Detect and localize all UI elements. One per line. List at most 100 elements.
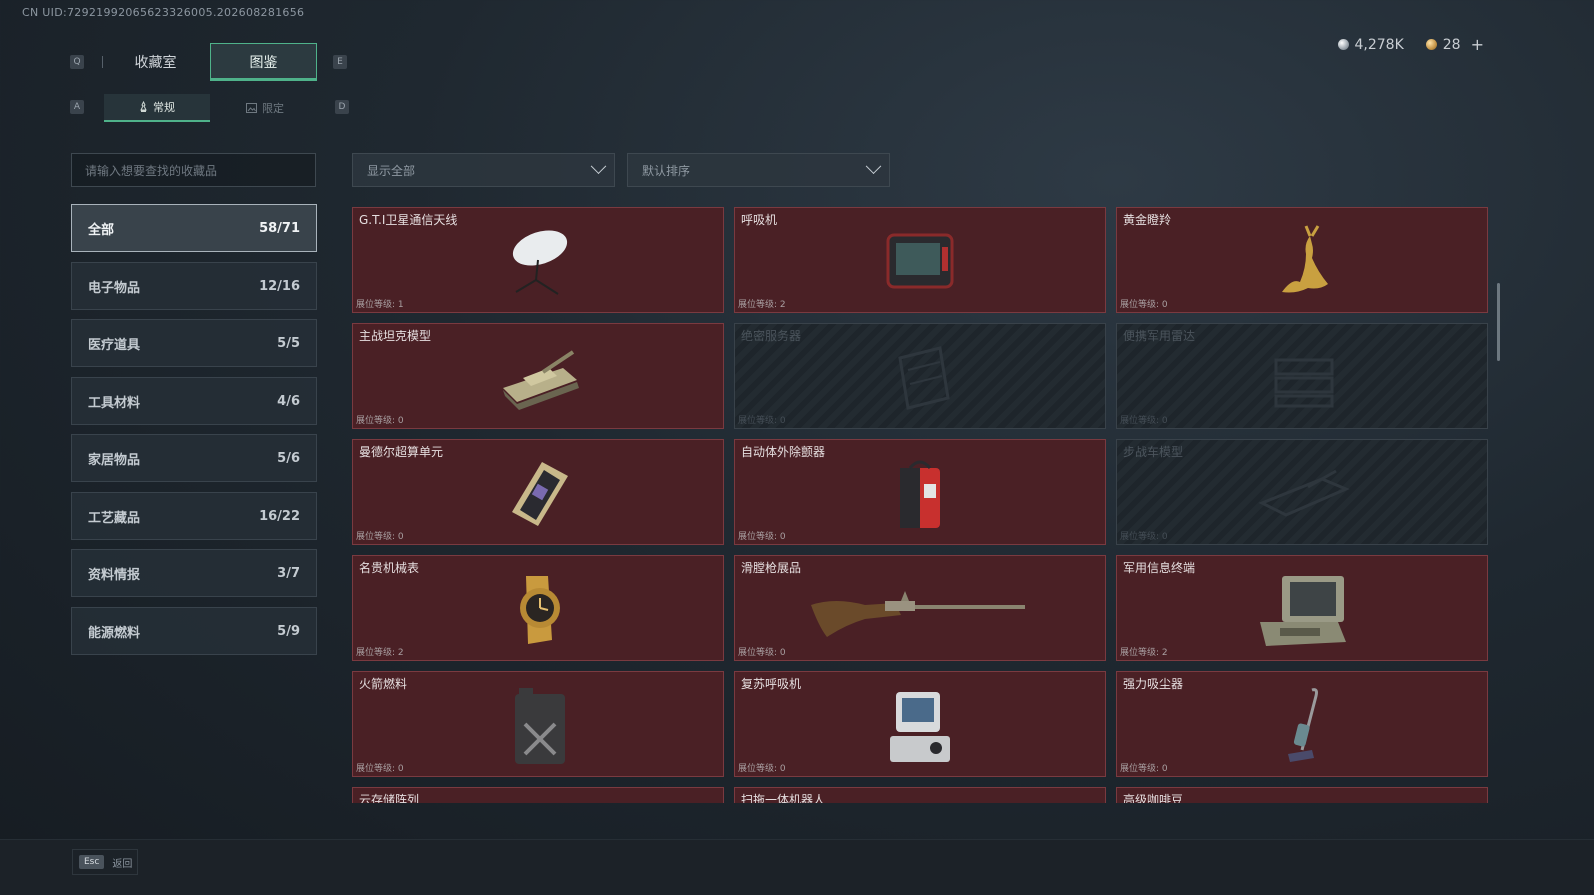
- category-count: 5/6: [277, 450, 300, 466]
- item-name: 云存储阵列: [359, 793, 420, 803]
- item-card[interactable]: 曼德尔超算单元 展位等级: 0: [352, 439, 724, 545]
- item-level: 展位等级: 2: [738, 300, 786, 310]
- category-label: 家居物品: [88, 452, 141, 468]
- satellite-dish-icon: [512, 230, 568, 295]
- item-name: 火箭燃料: [359, 677, 408, 691]
- subtab-regular-label: 常规: [153, 101, 175, 114]
- search-input[interactable]: 请输入想要查找的收藏品: [71, 153, 316, 187]
- item-name: 主战坦克模型: [359, 329, 432, 343]
- category-count: 58/71: [259, 220, 300, 236]
- limited-icon: [246, 103, 257, 113]
- item-name: G.T.I卫星通信天线: [359, 213, 458, 227]
- footer-bar: [0, 839, 1594, 895]
- item-name: 名贵机械表: [359, 561, 420, 575]
- item-card[interactable]: 黄金瞪羚 展位等级: 0: [1116, 207, 1488, 313]
- supercomputer-unit-icon: [512, 462, 568, 527]
- key-hint-prev-subtab: A: [70, 100, 84, 114]
- currency-bar: 4,278K 28 +: [1337, 35, 1484, 54]
- item-grid: G.T.I卫星通信天线 展位等级: 1 呼吸机 展位等级: 2 黄金瞪羚 展位等…: [352, 207, 1490, 803]
- item-name: 绝密服务器: [741, 329, 802, 343]
- back-button[interactable]: Esc 返回: [72, 849, 138, 875]
- item-level: 展位等级: 0: [1120, 300, 1168, 310]
- item-level: 展位等级: 0: [1120, 764, 1168, 774]
- item-card[interactable]: G.T.I卫星通信天线 展位等级: 1: [352, 207, 724, 313]
- musket-icon: [811, 591, 1025, 638]
- category-label: 医疗道具: [88, 337, 141, 353]
- category-count: 3/7: [277, 565, 300, 581]
- item-level: 展位等级: 0: [356, 532, 404, 542]
- category-count: 4/6: [277, 393, 300, 409]
- golden-gazelle-icon: [1282, 225, 1328, 293]
- sort-dropdown[interactable]: 默认排序: [627, 153, 890, 187]
- item-card[interactable]: 火箭燃料 展位等级: 0: [352, 671, 724, 777]
- category-all[interactable]: 全部 58/71: [71, 204, 317, 252]
- item-name: 复苏呼吸机: [741, 677, 802, 691]
- item-card[interactable]: 呼吸机 展位等级: 2: [734, 207, 1106, 313]
- sort-dropdown-value: 默认排序: [642, 163, 691, 178]
- item-card[interactable]: 高级咖啡豆: [1116, 787, 1488, 803]
- item-card[interactable]: 主战坦克模型 展位等级: 0: [352, 323, 724, 429]
- item-level: 展位等级: 0: [356, 764, 404, 774]
- key-hint-prev-tab: Q: [70, 55, 84, 69]
- filter-dropdown-value: 显示全部: [367, 163, 416, 178]
- item-card-locked[interactable]: 绝密服务器 展位等级: 0: [734, 323, 1106, 429]
- tank-model-icon: [503, 350, 579, 411]
- item-name: 滑膛枪展品: [741, 561, 802, 575]
- category-count: 12/16: [259, 278, 300, 294]
- vacuum-cleaner-icon: [1288, 688, 1318, 763]
- item-name: 步战车模型: [1123, 445, 1184, 459]
- category-label: 工具材料: [88, 395, 141, 411]
- item-card-locked[interactable]: 步战车模型 展位等级: 0: [1116, 439, 1488, 545]
- uid-label: CN UID:72921992065623326005.202608281656: [22, 6, 305, 19]
- item-card[interactable]: 自动体外除颤器 展位等级: 0: [734, 439, 1106, 545]
- esc-key-hint: Esc: [79, 855, 105, 869]
- key-hint-next-tab: E: [333, 55, 347, 69]
- item-card-locked[interactable]: 便携军用雷达 展位等级: 0: [1116, 323, 1488, 429]
- subtab-limited[interactable]: 限定: [212, 94, 318, 122]
- gold-currency: 28 +: [1425, 35, 1484, 54]
- item-level: 展位等级: 1: [356, 300, 404, 310]
- item-name: 军用信息终端: [1123, 561, 1196, 575]
- item-level: 展位等级: 2: [356, 648, 404, 658]
- item-level: 展位等级: 2: [1120, 648, 1168, 658]
- tab-catalog[interactable]: 图鉴: [210, 43, 317, 81]
- watch-icon: [520, 576, 560, 645]
- category-intel[interactable]: 资料情报 3/7: [71, 549, 317, 597]
- category-tools[interactable]: 工具材料 4/6: [71, 377, 317, 425]
- item-level: 展位等级: 0: [356, 416, 404, 426]
- silver-coin-icon: [1337, 39, 1349, 50]
- item-level: 展位等级: 0: [738, 648, 786, 658]
- category-energy[interactable]: 能源燃料 5/9: [71, 607, 317, 655]
- category-label: 电子物品: [88, 280, 141, 296]
- item-card[interactable]: 军用信息终端 展位等级: 2: [1116, 555, 1488, 661]
- category-medical[interactable]: 医疗道具 5/5: [71, 319, 317, 367]
- item-card[interactable]: 滑膛枪展品 展位等级: 0: [734, 555, 1106, 661]
- military-terminal-icon: [1260, 576, 1346, 647]
- grid-scrollbar[interactable]: [1497, 283, 1500, 361]
- item-card[interactable]: 复苏呼吸机 展位等级: 0: [734, 671, 1106, 777]
- gold-coin-icon: [1425, 39, 1437, 50]
- item-name: 曼德尔超算单元: [359, 445, 444, 459]
- item-card[interactable]: 名贵机械表 展位等级: 2: [352, 555, 724, 661]
- category-count: 5/9: [277, 623, 300, 639]
- item-name: 自动体外除颤器: [741, 445, 826, 459]
- category-household[interactable]: 家居物品 5/6: [71, 434, 317, 482]
- item-card[interactable]: 云存储阵列: [352, 787, 724, 803]
- item-name: 黄金瞪羚: [1123, 213, 1172, 227]
- subtab-regular[interactable]: 常规: [104, 94, 210, 122]
- add-currency-button[interactable]: +: [1471, 35, 1484, 54]
- category-label: 工艺藏品: [88, 510, 141, 526]
- category-crafts[interactable]: 工艺藏品 16/22: [71, 492, 317, 540]
- item-card[interactable]: 强力吸尘器 展位等级: 0: [1116, 671, 1488, 777]
- regular-icon: [140, 101, 147, 112]
- tab-collection-room[interactable]: 收藏室: [103, 43, 208, 81]
- category-label: 资料情报: [88, 567, 141, 583]
- item-name: 高级咖啡豆: [1123, 793, 1184, 803]
- item-card[interactable]: 扫拖一体机器人: [734, 787, 1106, 803]
- item-level: 展位等级: 0: [1120, 532, 1168, 542]
- category-electronics[interactable]: 电子物品 12/16: [71, 262, 317, 310]
- item-level: 展位等级: 0: [1120, 416, 1168, 426]
- filter-dropdown[interactable]: 显示全部: [352, 153, 615, 187]
- gold-amount: 28: [1442, 36, 1461, 53]
- item-level: 展位等级: 0: [738, 764, 786, 774]
